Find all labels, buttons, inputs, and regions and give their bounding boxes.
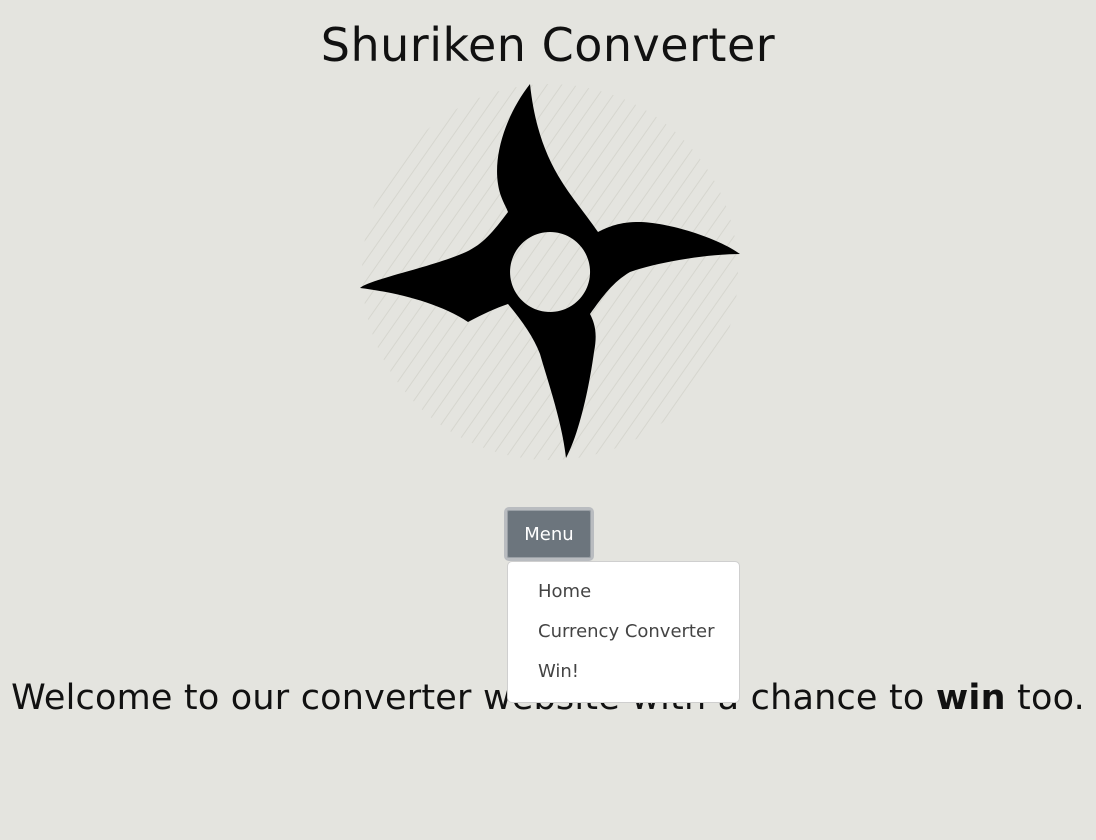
welcome-text-bold: win <box>935 678 1006 718</box>
welcome-text-before: Welcome to our converter website with a … <box>11 678 936 718</box>
menu-item-currency-converter[interactable]: Currency Converter <box>508 612 739 652</box>
menu-dropdown: Home Currency Converter Win! <box>507 561 740 703</box>
page-title: Shuriken Converter <box>320 18 776 72</box>
welcome-text-after: too. <box>1005 678 1085 718</box>
shuriken-icon <box>360 84 740 460</box>
menu-button[interactable]: Menu <box>504 507 594 561</box>
menu-item-home[interactable]: Home <box>508 572 739 612</box>
menu-item-win[interactable]: Win! <box>508 652 739 692</box>
